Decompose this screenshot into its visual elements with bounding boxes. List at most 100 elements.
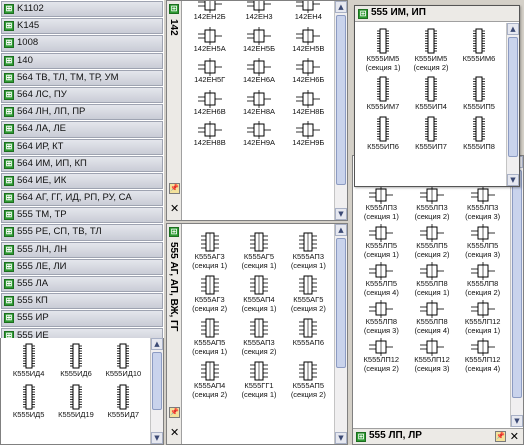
component-item[interactable]: К555ЛП12 (секция 4)	[457, 338, 508, 373]
component-item[interactable]: К555ЛП3 (секция 2)	[407, 186, 458, 221]
component-item[interactable]: К555ЛП8 (секция 1)	[407, 262, 458, 297]
scroll-thumb[interactable]	[508, 37, 518, 157]
component-item[interactable]: К555ИП5	[455, 75, 503, 112]
component-item[interactable]: К555ИП6	[359, 115, 407, 152]
component-item[interactable]: 142ЕН9А	[234, 121, 283, 148]
component-item[interactable]: 142ЕН5Б	[234, 26, 283, 54]
component-item[interactable]: К555ЛП5 (секция 4)	[356, 262, 407, 297]
component-item[interactable]: К555ЛП12 (секция 2)	[356, 338, 407, 373]
scroll-up-icon[interactable]: ▲	[151, 338, 163, 350]
component-item[interactable]: К555ЛП12 (секция 1)	[457, 300, 508, 335]
close-icon[interactable]: ✕	[170, 203, 179, 214]
library-list-item[interactable]: ⊞ 555 ЛН, ЛН	[1, 241, 163, 258]
scroll-up-icon[interactable]: ▲	[335, 1, 347, 13]
panel-555-im-titlebar[interactable]: ⊞ 555 ИМ, ИП	[355, 6, 519, 22]
scrollbar[interactable]: ▲ ▼	[334, 224, 347, 444]
scrollbar[interactable]: ▲ ▼	[506, 23, 519, 186]
component-item[interactable]: К555ИД19	[52, 383, 99, 420]
library-list-item[interactable]: ⊞ 564 ЛА, ЛЕ	[1, 121, 163, 138]
component-item[interactable]: 142ЕН9Б	[284, 121, 333, 148]
component-item[interactable]: 142ЕН4	[284, 1, 333, 22]
library-list-item[interactable]: ⊞ 564 ЛН, ЛП, ПР	[1, 104, 163, 121]
component-item[interactable]: К555ИМ6	[455, 27, 503, 72]
library-list-item[interactable]: ⊞ 555 ТМ, ТР	[1, 207, 163, 224]
component-item[interactable]: К555ЛП12 (секция 3)	[407, 338, 458, 373]
component-item[interactable]: К555ИД4	[5, 342, 52, 379]
library-list-item[interactable]: ⊞ 564 ИМ, ИП, КП	[1, 155, 163, 172]
component-item[interactable]: К555ГГ1 (секция 1)	[234, 360, 283, 399]
component-item[interactable]: К555ЛП5 (секция 3)	[457, 224, 508, 259]
component-item[interactable]: К555АП6	[284, 317, 333, 356]
library-list-item[interactable]: ⊞ 555 ЛЕ, ЛИ	[1, 258, 163, 275]
scrollbar[interactable]: ▲ ▼	[150, 338, 163, 444]
component-item[interactable]: К555ЛП8 (секция 2)	[457, 262, 508, 297]
component-item[interactable]: К555ЛП5 (секция 1)	[356, 224, 407, 259]
library-list-item[interactable]: ⊞ 140	[1, 52, 163, 69]
component-item[interactable]: 142ЕН2Б	[185, 1, 234, 22]
component-item[interactable]: К555ИД6	[52, 342, 99, 379]
component-item[interactable]: К555ЛП8 (секция 4)	[407, 300, 458, 335]
component-item[interactable]: К555ИД7	[100, 383, 147, 420]
library-list-item[interactable]: ⊞ 555 КП	[1, 293, 163, 310]
panel-555-ag-titlebar[interactable]: ⊞ 555 АГ, АП, ВЖ, ГГ 📌 ✕	[167, 224, 182, 444]
panel-555-lp-titlebar[interactable]: ⊞ 555 ЛП, ЛР 📌 ✕	[353, 428, 523, 444]
component-item[interactable]: К555АГ5 (секция 1)	[234, 231, 283, 270]
pin-icon[interactable]: 📌	[495, 431, 506, 442]
component-item[interactable]: К555ИП4	[407, 75, 455, 112]
component-item[interactable]: К555ИД5	[5, 383, 52, 420]
scroll-down-icon[interactable]: ▼	[335, 432, 347, 444]
library-list-item[interactable]: ⊞ 555 ИР	[1, 310, 163, 327]
component-item[interactable]: К555ЛП3 (секция 1)	[356, 186, 407, 221]
scroll-thumb[interactable]	[336, 15, 346, 185]
library-list-item[interactable]: ⊞ 555 РЕ, СП, ТВ, ТЛ	[1, 224, 163, 241]
component-item[interactable]: К555АГ3 (секция 2)	[185, 274, 234, 313]
component-item[interactable]: 142ЕН6А	[234, 58, 283, 85]
scrollbar[interactable]: ▲ ▼	[334, 1, 347, 220]
scroll-down-icon[interactable]: ▼	[511, 415, 523, 427]
scroll-thumb[interactable]	[336, 238, 346, 368]
component-item[interactable]: К555ЛП8 (секция 3)	[356, 300, 407, 335]
component-item[interactable]: К555ЛП5 (секция 2)	[407, 224, 458, 259]
pin-icon[interactable]: 📌	[169, 407, 180, 418]
scroll-down-icon[interactable]: ▼	[507, 174, 519, 186]
pin-icon[interactable]: 📌	[169, 183, 180, 194]
library-list-item[interactable]: ⊞ 564 ЛС, ПУ	[1, 86, 163, 104]
close-icon[interactable]: ✕	[510, 430, 519, 443]
component-item[interactable]: К555АП4 (секция 1)	[234, 274, 283, 313]
panel-142-titlebar[interactable]: ⊞ 142 📌 ✕	[167, 1, 182, 220]
component-item[interactable]: К555ИД10	[100, 342, 147, 379]
library-list-item[interactable]: ⊞ 555 ЛА	[1, 276, 163, 293]
scroll-down-icon[interactable]: ▼	[151, 432, 163, 444]
component-item[interactable]: К555ЛП3 (секция 3)	[457, 186, 508, 221]
component-item[interactable]: К555АП4 (секция 2)	[185, 360, 234, 399]
component-item[interactable]: К555ИМ5 (секция 1)	[359, 27, 407, 72]
component-item[interactable]: К555ИМ7	[359, 75, 407, 112]
component-item[interactable]: 142ЕН6В	[185, 89, 234, 117]
component-item[interactable]: К555ИП7	[407, 115, 455, 152]
library-list-item[interactable]: ⊞ K145	[1, 18, 163, 35]
component-item[interactable]: 142ЕН3	[234, 1, 283, 22]
scroll-thumb[interactable]	[512, 170, 522, 398]
component-item[interactable]: К555АП5 (секция 2)	[284, 360, 333, 399]
library-list-item[interactable]: ⊞ K1102	[1, 1, 163, 18]
scroll-up-icon[interactable]: ▲	[335, 224, 347, 236]
component-item[interactable]: К555АП3 (секция 1)	[284, 231, 333, 270]
scroll-thumb[interactable]	[152, 352, 162, 410]
component-item[interactable]: 142ЕН6Б	[284, 58, 333, 85]
component-item[interactable]: 142ЕН5А	[185, 26, 234, 54]
library-list-item[interactable]: ⊞ 564 ИР, КТ	[1, 138, 163, 155]
component-item[interactable]: К555АП5 (секция 1)	[185, 317, 234, 356]
component-item[interactable]: 142ЕН8В	[185, 121, 234, 148]
component-item[interactable]: К555ИМ5 (секция 2)	[407, 27, 455, 72]
scroll-down-icon[interactable]: ▼	[335, 208, 347, 220]
component-item[interactable]: К555АП3 (секция 2)	[234, 317, 283, 356]
library-list-item[interactable]: ⊞ 564 ТВ, ТЛ, ТМ, ТР, УМ	[1, 69, 163, 86]
component-item[interactable]: К555ИП8	[455, 115, 503, 152]
component-item[interactable]: 142ЕН8Б	[284, 89, 333, 117]
component-item[interactable]: 142ЕН8А	[234, 89, 283, 117]
library-list-item[interactable]: ⊞ 555 ИЕ	[1, 327, 163, 338]
library-list-item[interactable]: ⊞ 564 ИЕ, ИК	[1, 172, 163, 190]
component-item[interactable]: 142ЕН5Г	[185, 58, 234, 85]
library-list-item[interactable]: ⊞ 564 АГ, ГГ, ИД, РП, РУ, СА	[1, 190, 163, 207]
scrollbar[interactable]: ▲ ▼	[510, 156, 523, 427]
